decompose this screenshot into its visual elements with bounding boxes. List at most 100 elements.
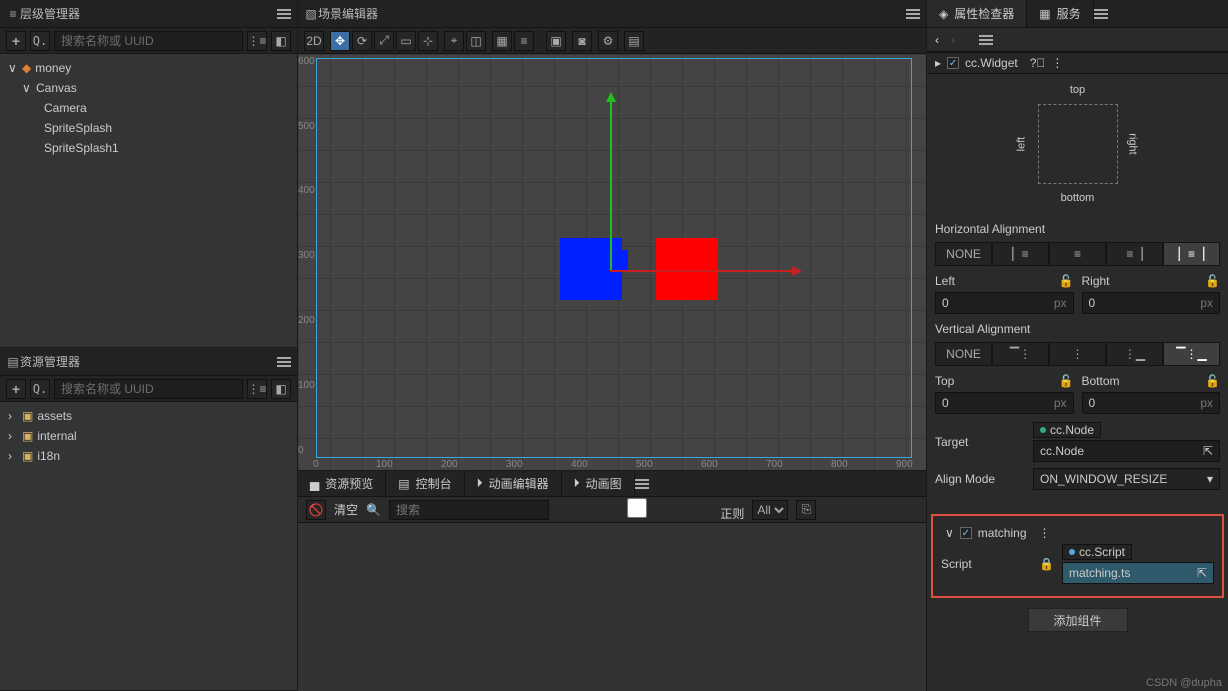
snap-button[interactable]: ▦ bbox=[492, 31, 512, 51]
h-align-right[interactable]: ≡▕ bbox=[1106, 242, 1163, 266]
tree-row[interactable]: SpriteSplash bbox=[0, 118, 297, 138]
h-align-stretch[interactable]: ▏≡▕ bbox=[1163, 242, 1220, 266]
collapse-icon[interactable]: ◧ bbox=[271, 31, 291, 51]
v-align-middle[interactable]: ⋮ bbox=[1049, 342, 1106, 366]
move-tool-button[interactable]: ✥ bbox=[330, 31, 350, 51]
scene-viewport[interactable]: 600 500 400 300 200 100 0 0 100 200 300 … bbox=[298, 54, 926, 470]
assets-tree: ›▣assets ›▣internal ›▣i18n bbox=[0, 402, 297, 690]
align-button[interactable]: ≡ bbox=[514, 31, 534, 51]
mode-2d-button[interactable]: 2D bbox=[304, 31, 324, 51]
target-field[interactable]: cc.Node⇱ bbox=[1033, 440, 1220, 462]
rect-tool-button[interactable]: ▭ bbox=[396, 31, 416, 51]
regex-checkbox[interactable]: 正则 bbox=[557, 498, 744, 522]
right-input[interactable]: 0px bbox=[1082, 292, 1221, 314]
left-input[interactable]: 0px bbox=[935, 292, 1074, 314]
forward-button[interactable]: › bbox=[951, 33, 955, 47]
hamburger-icon[interactable] bbox=[277, 355, 291, 369]
console-search-input[interactable] bbox=[389, 500, 549, 520]
grid-icon: ▦ bbox=[1039, 7, 1050, 21]
script-type-chip: cc.Script bbox=[1062, 544, 1132, 560]
hamburger-icon[interactable] bbox=[277, 7, 291, 21]
back-button[interactable]: ‹ bbox=[935, 33, 939, 47]
camera-icon[interactable]: ▣ bbox=[546, 31, 566, 51]
tree-row[interactable]: ›▣internal bbox=[0, 426, 297, 446]
search-mode-button[interactable]: Q. bbox=[30, 31, 50, 51]
widget-align-diagram[interactable]: top bottom left right bbox=[927, 74, 1228, 214]
v-align-top[interactable]: ▔⋮ bbox=[992, 342, 1049, 366]
search-mode-button[interactable]: Q. bbox=[30, 379, 50, 399]
top-input[interactable]: 0px bbox=[935, 392, 1074, 414]
script-field[interactable]: matching.ts⇱ bbox=[1062, 562, 1214, 584]
scale-tool-button[interactable]: ⤢ bbox=[374, 31, 394, 51]
x-axis-gizmo[interactable] bbox=[610, 270, 792, 272]
component-enabled-checkbox[interactable]: ✓ bbox=[960, 527, 972, 539]
add-node-button[interactable]: + bbox=[6, 31, 26, 51]
help-icon[interactable]: ?⃝ bbox=[1030, 56, 1046, 70]
filter-icon[interactable]: ⋮≡ bbox=[247, 31, 267, 51]
h-align-none[interactable]: NONE bbox=[935, 242, 992, 266]
add-asset-button[interactable]: + bbox=[6, 379, 26, 399]
tab-animation-graph[interactable]: ⏵动画图 bbox=[562, 471, 635, 496]
rotate-tool-button[interactable]: ⟳ bbox=[352, 31, 372, 51]
assets-panel: ▤ 资源管理器 + Q. ⋮≡ ◧ ›▣assets ›▣internal ›▣… bbox=[0, 348, 297, 691]
hierarchy-search-input[interactable] bbox=[54, 31, 243, 51]
v-align-none[interactable]: NONE bbox=[935, 342, 992, 366]
lock-icon: 🔒 bbox=[1039, 557, 1054, 571]
anim-icon: ⏵ bbox=[477, 476, 483, 491]
v-align-bottom[interactable]: ⋮▁ bbox=[1106, 342, 1163, 366]
matching-component-header[interactable]: ∨✓ matching ⋮ bbox=[937, 522, 1218, 544]
tab-inspector[interactable]: ◈属性检查器 bbox=[927, 0, 1027, 27]
tree-row[interactable]: ∨◆money bbox=[0, 58, 297, 78]
hamburger-icon[interactable] bbox=[979, 33, 993, 47]
tree-row[interactable]: Camera bbox=[0, 98, 297, 118]
hamburger-icon[interactable] bbox=[906, 7, 920, 21]
target-type-chip: cc.Node bbox=[1033, 422, 1101, 438]
right-label: Right bbox=[1082, 274, 1110, 288]
anchor-button[interactable]: ⌖ bbox=[444, 31, 464, 51]
sprite-red[interactable] bbox=[656, 238, 718, 300]
component-enabled-checkbox[interactable]: ✓ bbox=[947, 57, 959, 69]
assets-search-input[interactable] bbox=[54, 379, 243, 399]
bottom-input[interactable]: 0px bbox=[1082, 392, 1221, 414]
scene-title: 场景编辑器 bbox=[318, 5, 378, 22]
v-align-stretch[interactable]: ▔⋮▁ bbox=[1163, 342, 1220, 366]
y-axis-gizmo[interactable] bbox=[610, 102, 612, 272]
tab-services[interactable]: ▦服务 bbox=[1027, 0, 1093, 27]
collapse-icon[interactable]: ◧ bbox=[271, 379, 291, 399]
align-mode-select[interactable]: ON_WINDOW_RESIZE▾ bbox=[1033, 468, 1220, 490]
tree-row[interactable]: SpriteSplash1 bbox=[0, 138, 297, 158]
tab-animation-editor[interactable]: ⏵动画编辑器 bbox=[465, 471, 562, 496]
lock-icon[interactable]: 🔓 bbox=[1059, 274, 1074, 288]
gear-icon[interactable]: ⚙ bbox=[598, 31, 618, 51]
h-align-center[interactable]: ≡ bbox=[1049, 242, 1106, 266]
widget-component-header[interactable]: ▸✓ cc.Widget ?⃝ ⋮ bbox=[927, 52, 1228, 74]
log-level-select[interactable]: All bbox=[752, 500, 788, 520]
add-component-button[interactable]: 添加组件 bbox=[1028, 608, 1128, 632]
ruler-x: 0 100 200 300 400 500 600 700 800 900 bbox=[298, 454, 926, 470]
hamburger-icon[interactable] bbox=[635, 477, 649, 491]
clear-button[interactable]: 清空 bbox=[334, 501, 358, 518]
picker-icon[interactable]: ⇱ bbox=[1197, 566, 1207, 580]
tree-row[interactable]: ›▣i18n bbox=[0, 446, 297, 466]
tree-row[interactable]: ∨Canvas bbox=[0, 78, 297, 98]
layers-button[interactable]: ▤ bbox=[624, 31, 644, 51]
pivot-button[interactable]: ◫ bbox=[466, 31, 486, 51]
hamburger-icon[interactable] bbox=[1094, 7, 1108, 21]
block-icon[interactable]: 🚫 bbox=[306, 500, 326, 520]
tab-asset-preview[interactable]: ▅资源预览 bbox=[298, 471, 386, 496]
lock-icon[interactable]: 🔓 bbox=[1059, 374, 1074, 388]
copy-icon[interactable]: ⎘ bbox=[796, 500, 816, 520]
more-icon[interactable]: ⋮ bbox=[1039, 526, 1051, 540]
tab-console[interactable]: ▤控制台 bbox=[386, 471, 464, 496]
h-align-left[interactable]: ▏≡ bbox=[992, 242, 1049, 266]
tree-row[interactable]: ›▣assets bbox=[0, 406, 297, 426]
filter-icon[interactable]: ⋮≡ bbox=[247, 379, 267, 399]
more-icon[interactable]: ⋮ bbox=[1051, 56, 1063, 70]
lock-icon[interactable]: 🔓 bbox=[1205, 374, 1220, 388]
console-output[interactable] bbox=[298, 523, 926, 691]
lock-icon[interactable]: 🔓 bbox=[1205, 274, 1220, 288]
picker-icon[interactable]: ⇱ bbox=[1203, 444, 1213, 458]
assets-title: 资源管理器 bbox=[20, 353, 80, 370]
transform-tool-button[interactable]: ⊹ bbox=[418, 31, 438, 51]
screenshot-icon[interactable]: ◙ bbox=[572, 31, 592, 51]
